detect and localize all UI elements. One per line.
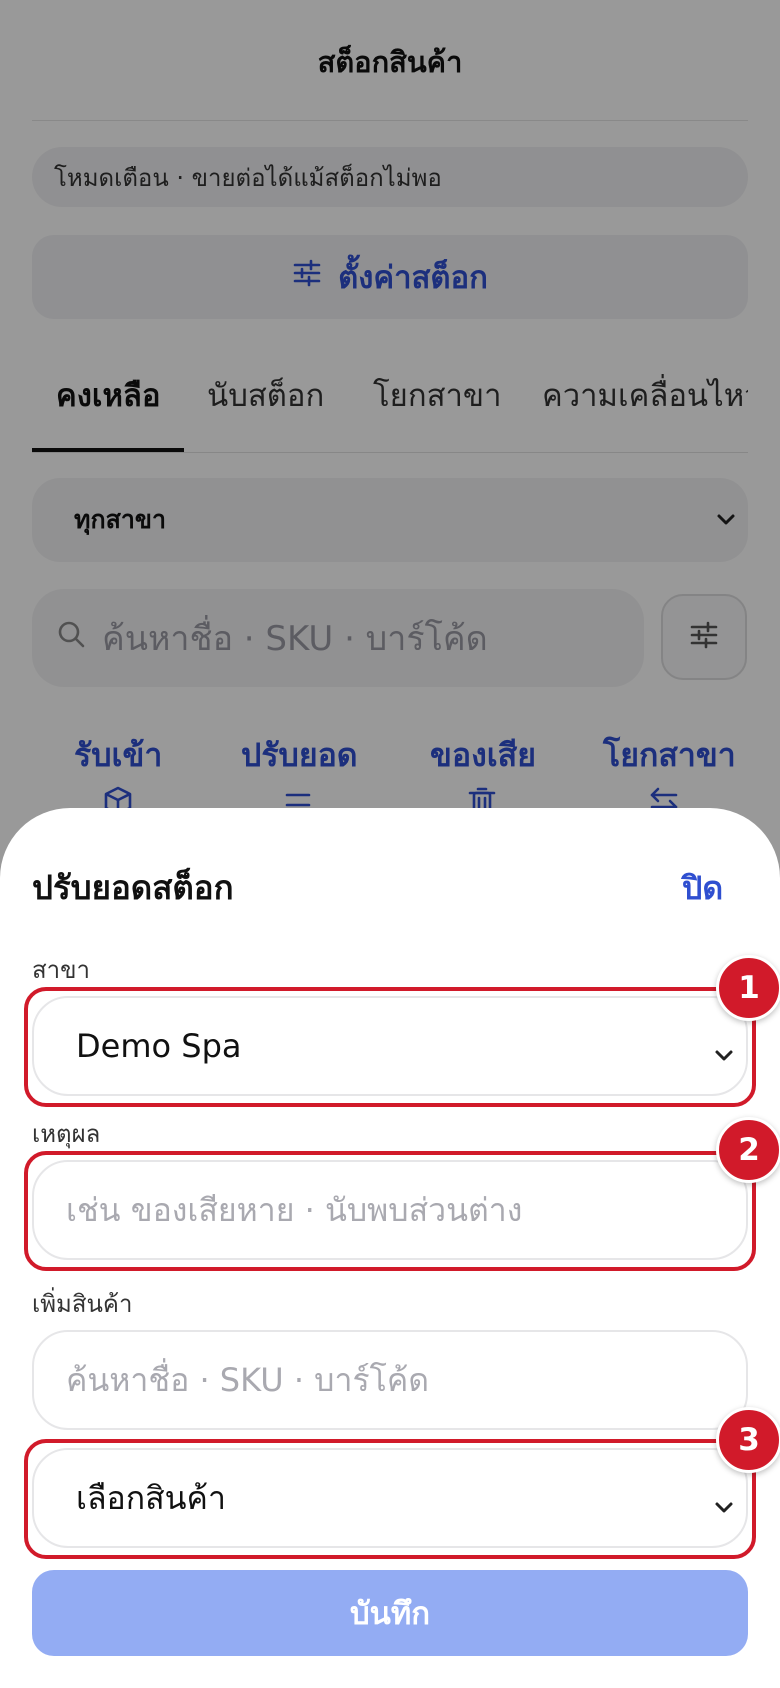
product-search-placeholder: ค้นหาชื่อ · SKU · บาร์โค้ด [66,1360,430,1399]
highlight-box [24,987,756,1107]
add-product-label: เพิ่มสินค้า [32,1290,133,1318]
callout-badge: 3 [716,1407,780,1473]
save-button[interactable]: บันทึก [32,1570,748,1656]
close-button[interactable]: ปิด [682,863,723,914]
product-search-input[interactable]: ค้นหาชื่อ · SKU · บาร์โค้ด [32,1330,748,1430]
sheet-title: ปรับยอดสต็อก [32,868,234,907]
highlight-box [24,1439,756,1559]
highlight-box [24,1151,756,1271]
callout-badge: 2 [716,1117,780,1183]
adjust-stock-sheet: ปรับยอดสต็อก ปิด สาขา Demo Spa 1 เหตุผล … [0,808,780,1688]
branch-label: สาขา [32,956,91,984]
callout-badge: 1 [716,955,780,1021]
reason-label: เหตุผล [32,1120,101,1148]
